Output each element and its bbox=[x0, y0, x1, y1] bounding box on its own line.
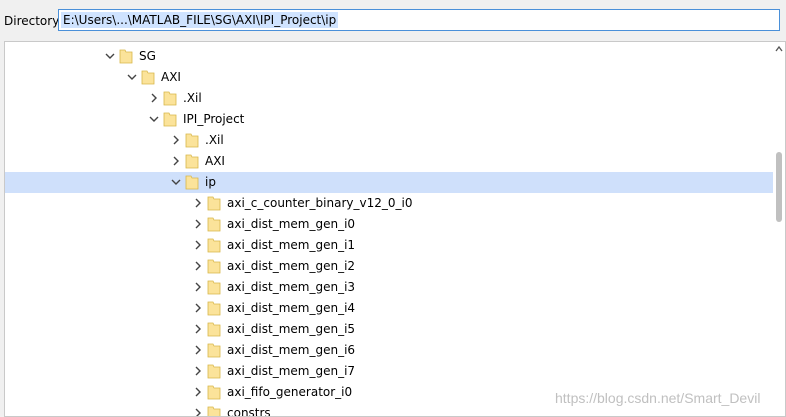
tree-row[interactable]: axi_dist_mem_gen_i4 bbox=[5, 298, 775, 319]
tree-row[interactable]: AXI bbox=[5, 151, 775, 172]
scroll-thumb[interactable] bbox=[776, 152, 782, 222]
tree-row-label: AXI bbox=[161, 70, 181, 84]
tree-row-label: axi_dist_mem_gen_i0 bbox=[227, 217, 356, 231]
tree-row[interactable]: axi_dist_mem_gen_i2 bbox=[5, 256, 775, 277]
folder-icon bbox=[207, 300, 221, 316]
chevron-right-icon[interactable] bbox=[191, 238, 205, 252]
tree-row[interactable]: .Xil bbox=[5, 130, 775, 151]
chevron-down-icon[interactable] bbox=[147, 112, 161, 126]
chevron-right-icon[interactable] bbox=[191, 343, 205, 357]
chevron-right-icon[interactable] bbox=[191, 301, 205, 315]
folder-icon bbox=[141, 69, 155, 85]
directory-tree[interactable]: SG AXI .Xil IPI_Project .Xil AXI ip axi_c_count… bbox=[4, 41, 786, 417]
tree-row-label: axi_dist_mem_gen_i5 bbox=[227, 322, 356, 336]
folder-icon bbox=[207, 279, 221, 295]
tree-row-label: AXI bbox=[205, 154, 225, 168]
folder-icon bbox=[163, 90, 177, 106]
folder-icon bbox=[119, 48, 133, 64]
directory-input-value[interactable]: E:\Users\...\MATLAB_FILE\SG\AXI\IPI_Proj… bbox=[61, 12, 339, 28]
scroll-up-arrow-icon[interactable] bbox=[775, 45, 783, 53]
chevron-right-icon[interactable] bbox=[191, 280, 205, 294]
tree-row[interactable]: IPI_Project bbox=[5, 109, 775, 130]
tree-row-label: axi_dist_mem_gen_i1 bbox=[227, 238, 356, 252]
tree-row-label: axi_fifo_generator_i0 bbox=[227, 385, 353, 399]
tree-row[interactable]: .Xil bbox=[5, 88, 775, 109]
tree-row[interactable]: axi_dist_mem_gen_i6 bbox=[5, 340, 775, 361]
tree-row-label: .Xil bbox=[183, 91, 202, 105]
chevron-down-icon[interactable] bbox=[103, 49, 117, 63]
tree-row-label: axi_c_counter_binary_v12_0_i0 bbox=[227, 196, 413, 210]
tree-row-label: axi_dist_mem_gen_i7 bbox=[227, 364, 356, 378]
tree-row[interactable]: SG bbox=[5, 46, 775, 67]
folder-icon bbox=[207, 342, 221, 358]
folder-icon bbox=[185, 132, 199, 148]
chevron-right-icon[interactable] bbox=[191, 196, 205, 210]
tree-row[interactable]: ip bbox=[5, 172, 775, 193]
folder-icon bbox=[207, 363, 221, 379]
tree-row[interactable]: axi_dist_mem_gen_i3 bbox=[5, 277, 775, 298]
chevron-right-icon[interactable] bbox=[169, 154, 183, 168]
vertical-scrollbar[interactable] bbox=[773, 42, 785, 416]
folder-icon bbox=[207, 384, 221, 400]
tree-row[interactable]: axi_dist_mem_gen_i0 bbox=[5, 214, 775, 235]
tree-row-label: IPI_Project bbox=[183, 112, 245, 126]
folder-icon bbox=[207, 258, 221, 274]
chevron-right-icon[interactable] bbox=[169, 133, 183, 147]
directory-label: Directory: bbox=[4, 14, 63, 28]
tree-row-label: SG bbox=[139, 49, 156, 63]
tree-row[interactable]: axi_dist_mem_gen_i7 bbox=[5, 361, 775, 382]
tree-row-label: ip bbox=[205, 175, 216, 189]
chevron-right-icon[interactable] bbox=[147, 91, 161, 105]
chevron-right-icon[interactable] bbox=[191, 364, 205, 378]
chevron-right-icon[interactable] bbox=[191, 385, 205, 399]
tree-row-label: constrs bbox=[227, 406, 271, 417]
folder-icon bbox=[207, 216, 221, 232]
folder-icon bbox=[207, 321, 221, 337]
chevron-down-icon[interactable] bbox=[169, 175, 183, 189]
tree-row-label: axi_dist_mem_gen_i2 bbox=[227, 259, 356, 273]
folder-icon bbox=[163, 111, 177, 127]
tree-row-label: axi_dist_mem_gen_i3 bbox=[227, 280, 356, 294]
chevron-right-icon[interactable] bbox=[191, 217, 205, 231]
chevron-right-icon[interactable] bbox=[191, 406, 205, 416]
folder-icon bbox=[185, 153, 199, 169]
tree-row[interactable]: axi_dist_mem_gen_i5 bbox=[5, 319, 775, 340]
folder-icon bbox=[207, 195, 221, 211]
directory-bar: Directory: E:\Users\...\MATLAB_FILE\SG\A… bbox=[0, 0, 786, 40]
tree-row-label: .Xil bbox=[205, 133, 224, 147]
tree-row[interactable]: axi_dist_mem_gen_i1 bbox=[5, 235, 775, 256]
tree-row-label: axi_dist_mem_gen_i6 bbox=[227, 343, 356, 357]
folder-icon bbox=[185, 174, 199, 190]
chevron-down-icon[interactable] bbox=[125, 70, 139, 84]
chevron-right-icon[interactable] bbox=[191, 259, 205, 273]
folder-icon bbox=[207, 405, 221, 416]
tree-row[interactable]: axi_c_counter_binary_v12_0_i0 bbox=[5, 193, 775, 214]
watermark: https://blog.csdn.net/Smart_Devil bbox=[555, 390, 761, 406]
tree-row[interactable]: AXI bbox=[5, 67, 775, 88]
chevron-right-icon[interactable] bbox=[191, 322, 205, 336]
tree-row-label: axi_dist_mem_gen_i4 bbox=[227, 301, 356, 315]
directory-input[interactable]: E:\Users\...\MATLAB_FILE\SG\AXI\IPI_Proj… bbox=[58, 9, 780, 31]
folder-icon bbox=[207, 237, 221, 253]
